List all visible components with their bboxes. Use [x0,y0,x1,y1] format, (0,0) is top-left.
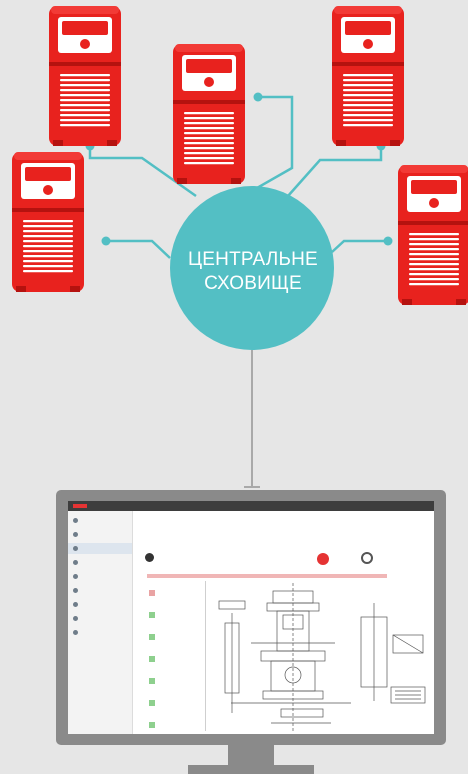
app-main-panel [133,511,434,734]
sidebar-item [68,557,132,568]
welding-machine-icon [49,6,121,146]
list-item [147,717,203,734]
hub-label-line-1: ЦЕНТРАЛЬНЕ [188,249,318,270]
sidebar-item [68,599,132,610]
clock-icon [361,552,373,564]
list-item [147,607,203,625]
welding-machine-icon [12,152,84,292]
connector-line-top-right [287,146,383,197]
sidebar-item [68,529,132,540]
alert-strip [147,574,387,578]
list-item [147,629,203,647]
connector-dot-left [101,236,111,246]
list-item [147,673,203,691]
avatar [145,553,154,562]
monitor-stand-neck [228,745,274,765]
welding-machine-icon [398,165,468,305]
hub-label: ЦЕНТРАЛЬНЕ СХОВИЩЕ [168,248,338,296]
connector-line-left [106,239,171,259]
sidebar-item [68,613,132,624]
connector-line-top-center [249,95,294,194]
sidebar-item [68,571,132,582]
sidebar-item [68,515,132,526]
monitor-screen [68,501,434,734]
connector-dot-top-center [253,92,263,102]
sidebar-item [68,585,132,596]
connector-line-right [331,239,388,253]
welding-machine-icon [173,44,245,184]
connector-dot-right [383,236,393,246]
technical-drawing [218,583,426,733]
monitor-stand-base [188,765,314,774]
list-pane [147,581,206,731]
sidebar-item-active [68,543,132,554]
status-badge [317,553,329,565]
sidebar-item [68,627,132,638]
welding-machine-icon [332,6,404,146]
hub-label-line-2: СХОВИЩЕ [204,273,302,294]
list-item [147,651,203,669]
app-sidebar [68,511,133,734]
app-logo [73,504,87,508]
list-item [147,695,203,713]
list-item [147,585,203,603]
app-top-bar [68,501,434,511]
